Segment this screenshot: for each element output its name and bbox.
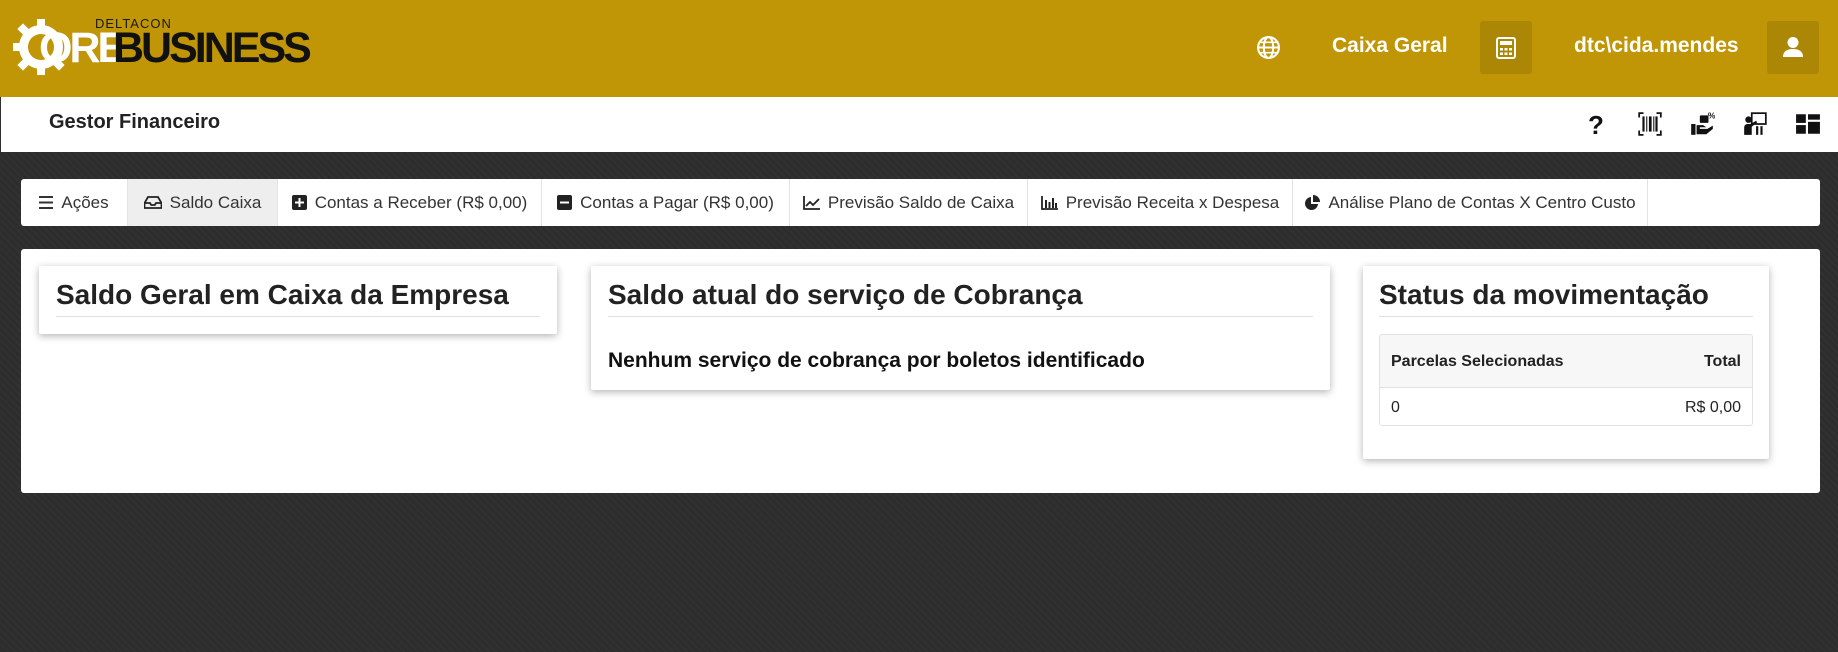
user-name[interactable]: dtc\cida.mendes <box>1574 34 1739 58</box>
line-chart-icon <box>803 195 820 210</box>
tab-label: Contas a Receber (R$ 0,00) <box>314 192 528 212</box>
logo-business-text: BUSINESS <box>113 24 312 72</box>
person-board-icon[interactable] <box>1742 111 1768 137</box>
tab-previsao-saldo[interactable]: Previsão Saldo de Caixa <box>790 179 1028 226</box>
tab-analise-plano-contas[interactable]: Análise Plano de Contas X Centro Custo <box>1293 179 1648 226</box>
status-card: Status da movimentação Parcelas Selecion… <box>1363 266 1769 459</box>
status-table: Parcelas Selecionadas Total 0 R$ 0,00 <box>1379 334 1753 426</box>
caixa-geral-label[interactable]: Caixa Geral <box>1332 34 1448 58</box>
cobranca-card: Saldo atual do serviço de Cobrança Nenhu… <box>591 266 1330 390</box>
tab-contas-receber[interactable]: Contas a Receber (R$ 0,00) <box>278 179 542 226</box>
cobranca-title: Saldo atual do serviço de Cobrança <box>608 279 1083 310</box>
col-parcelas-header: Parcelas Selecionadas <box>1391 353 1564 370</box>
tab-label: Previsão Saldo de Caixa <box>827 192 1015 212</box>
tab-label: Saldo Caixa <box>169 192 262 212</box>
module-title: Gestor Financeiro <box>49 111 221 133</box>
top-header: DELTACON ORE BUSINESS Caixa Geral dtc\ci… <box>0 0 1838 97</box>
calculator-button[interactable] <box>1480 21 1532 74</box>
module-bar: Gestor Financeiro ? % <box>1 97 1838 152</box>
bars-icon <box>39 196 54 209</box>
logo-ore-text: ORE <box>39 24 126 72</box>
tab-label: Ações <box>61 192 109 212</box>
svg-text:%: % <box>1708 111 1715 121</box>
tab-label: Análise Plano de Contas X Centro Custo <box>1328 192 1636 212</box>
card-divider <box>56 316 540 317</box>
svg-text:?: ? <box>1588 111 1604 137</box>
tab-label: Previsão Receita x Despesa <box>1065 192 1280 212</box>
tab-saldo-caixa[interactable]: Saldo Caixa <box>128 179 278 226</box>
tab-acoes[interactable]: Ações <box>21 179 128 226</box>
main-panel: Saldo Geral em Caixa da Empresa Saldo at… <box>21 249 1820 493</box>
barcode-icon[interactable] <box>1637 111 1663 137</box>
status-title: Status da movimentação <box>1379 279 1709 310</box>
bar-chart-icon <box>1040 195 1058 210</box>
table-header: Parcelas Selecionadas Total <box>1380 335 1752 388</box>
globe-icon[interactable] <box>1256 35 1281 60</box>
user-menu-button[interactable] <box>1767 21 1819 74</box>
dashboard-icon[interactable] <box>1795 111 1821 137</box>
hand-money-icon[interactable]: % <box>1689 111 1715 137</box>
tabs-bar: Ações Saldo Caixa Contas a Receber (R$ 0… <box>21 179 1820 226</box>
pie-chart-icon <box>1305 194 1321 210</box>
oreb-logo[interactable]: DELTACON ORE BUSINESS <box>13 15 312 75</box>
user-icon <box>1783 37 1803 57</box>
plus-square-icon <box>291 195 307 210</box>
tab-previsao-receita-despesa[interactable]: Previsão Receita x Despesa <box>1028 179 1293 226</box>
card-divider <box>608 316 1313 317</box>
cobranca-message: Nenhum serviço de cobrança por boletos i… <box>608 349 1145 372</box>
total-cell: R$ 0,00 <box>1684 399 1741 416</box>
tab-label: Contas a Pagar (R$ 0,00) <box>580 192 774 212</box>
calculator-icon <box>1496 37 1516 59</box>
col-total-header: Total <box>1703 353 1741 370</box>
saldo-geral-title: Saldo Geral em Caixa da Empresa <box>56 279 509 310</box>
tab-contas-pagar[interactable]: Contas a Pagar (R$ 0,00) <box>542 179 790 226</box>
inbox-icon <box>143 196 162 209</box>
card-divider <box>1379 316 1753 317</box>
saldo-geral-card: Saldo Geral em Caixa da Empresa <box>39 266 557 334</box>
help-icon[interactable]: ? <box>1583 111 1609 137</box>
minus-square-icon <box>557 195 573 210</box>
parcelas-cell: 0 <box>1391 399 1400 416</box>
